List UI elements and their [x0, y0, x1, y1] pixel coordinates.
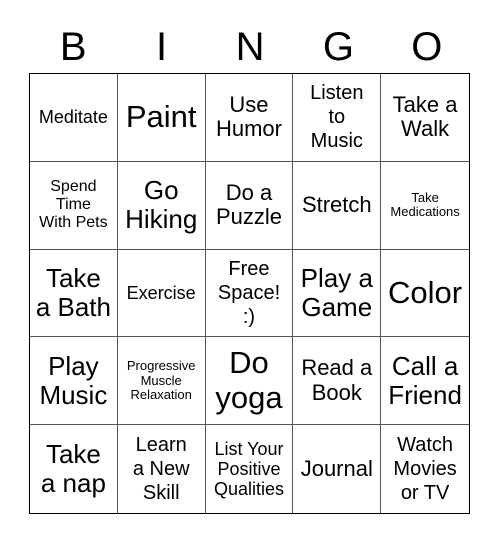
- bingo-cell-text: Learn a New Skill: [132, 434, 190, 505]
- bingo-cell-text: Spend Time With Pets: [39, 178, 108, 232]
- bingo-cell[interactable]: Listen to Music: [293, 74, 382, 162]
- bingo-cell[interactable]: Play a Game: [293, 249, 382, 338]
- header-letter-o: O: [411, 25, 443, 69]
- bingo-cell-text: Listen to Music: [310, 82, 364, 153]
- bingo-cell-text: Watch Movies or TV: [393, 434, 457, 505]
- bingo-cell-text: Journal: [300, 455, 373, 481]
- bingo-cell[interactable]: Use Humor: [205, 74, 294, 162]
- bingo-cell-text: Take a Bath: [35, 262, 111, 322]
- bingo-cell[interactable]: Exercise: [117, 249, 206, 338]
- bingo-cell[interactable]: Stretch: [293, 161, 382, 250]
- bingo-cell[interactable]: Go Hiking: [117, 161, 206, 250]
- bingo-cell-text: Color: [388, 274, 463, 310]
- bingo-cell-text: Call a Friend: [388, 350, 462, 410]
- bingo-cell-text: Do a Puzzle: [215, 179, 283, 230]
- bingo-cell-text: Take Medications: [390, 189, 460, 220]
- bingo-cell[interactable]: Take a Walk: [381, 74, 469, 162]
- bingo-cell-text: Read a Book: [301, 355, 373, 405]
- bingo-cell[interactable]: Color: [381, 250, 469, 338]
- bingo-header: B I N G O: [29, 22, 471, 72]
- bingo-cell-text: Take a nap: [40, 438, 106, 499]
- bingo-cell[interactable]: Paint: [117, 74, 206, 162]
- bingo-cell[interactable]: Take a nap: [30, 425, 118, 513]
- bingo-cell-text: Play Music: [39, 350, 108, 410]
- header-letter-g: G: [322, 25, 354, 69]
- bingo-cell-text: Play a Game: [300, 262, 373, 322]
- bingo-cell-text: Stretch: [301, 191, 372, 217]
- bingo-cell[interactable]: List Your Positive Qualities: [206, 425, 294, 513]
- bingo-cell-text: Do yoga: [215, 345, 283, 415]
- header-letter-n: N: [235, 25, 265, 69]
- bingo-cell[interactable]: Do a Puzzle: [205, 161, 294, 250]
- bingo-cell[interactable]: Meditate: [30, 74, 118, 162]
- bingo-cell-text: Exercise: [126, 282, 196, 303]
- bingo-cell[interactable]: Watch Movies or TV: [381, 425, 469, 513]
- bingo-cell-text: Use Humor: [215, 91, 282, 142]
- bingo-cell-text: Paint: [125, 99, 197, 135]
- bingo-cell-text: Progressive Muscle Relaxation: [126, 357, 196, 403]
- bingo-cell[interactable]: Spend Time With Pets: [30, 161, 118, 250]
- bingo-cell-text: Free Space!:): [217, 257, 281, 328]
- header-letter-i: I: [156, 25, 168, 69]
- bingo-cell[interactable]: Take Medications: [381, 162, 469, 250]
- header-letter-b: B: [59, 25, 87, 69]
- bingo-cell[interactable]: Read a Book: [293, 337, 382, 426]
- bingo-cell[interactable]: Progressive Muscle Relaxation: [117, 337, 206, 426]
- bingo-cell-text: Go Hiking: [125, 175, 198, 235]
- bingo-cell[interactable]: Call a Friend: [381, 337, 469, 426]
- bingo-cell[interactable]: Take a Bath: [30, 249, 118, 338]
- bingo-cell-text: Meditate: [38, 107, 108, 128]
- bingo-cell-text: List Your Positive Qualities: [213, 438, 284, 500]
- bingo-cell[interactable]: Learn a New Skill: [118, 425, 206, 513]
- bingo-cell[interactable]: Play Music: [30, 337, 118, 426]
- bingo-grid: Meditate Paint Use Humor Listen to Music Take a…: [29, 73, 470, 514]
- bingo-cell[interactable]: Journal: [293, 425, 382, 513]
- bingo-cell[interactable]: Free Space!:): [205, 249, 294, 338]
- bingo-cell-text: Take a Walk: [392, 91, 458, 142]
- bingo-cell[interactable]: Do yoga: [205, 337, 294, 426]
